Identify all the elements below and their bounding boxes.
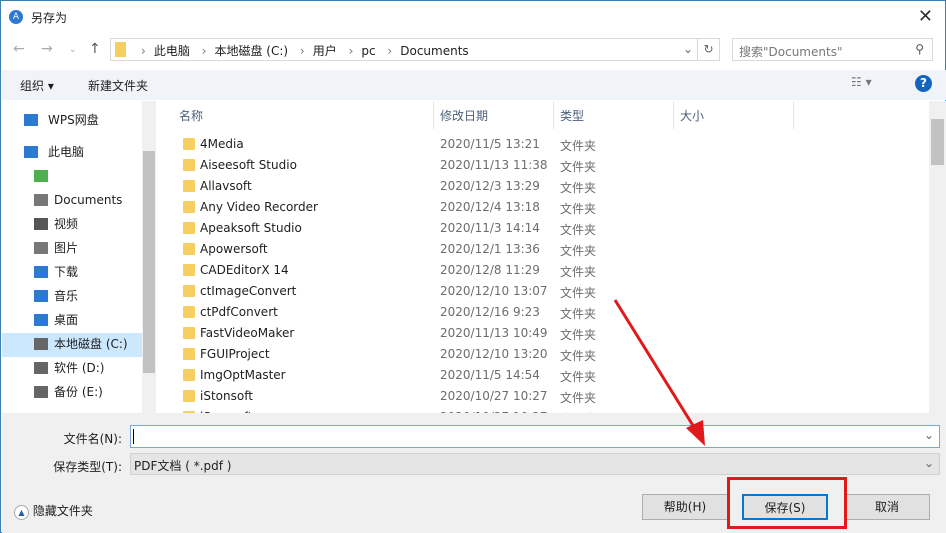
annotation-arrow <box>613 299 705 446</box>
